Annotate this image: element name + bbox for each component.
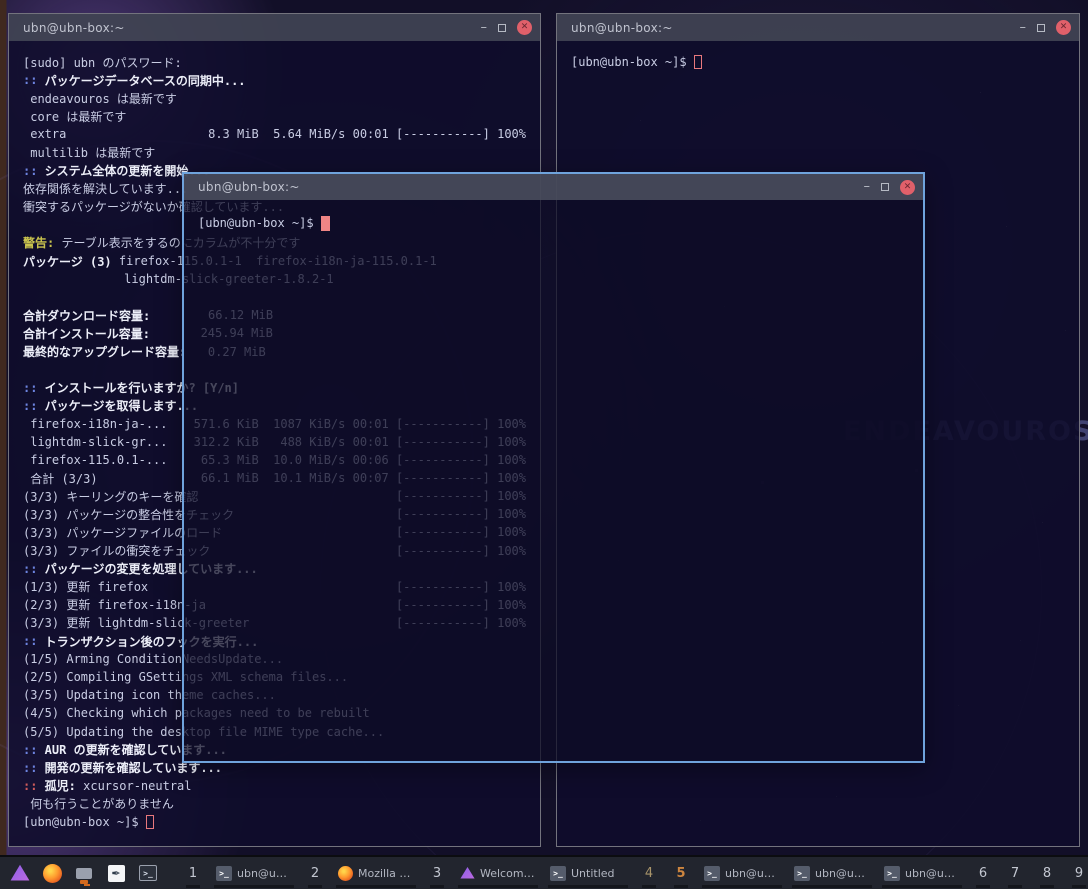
terminal-line: [ubn@ubn-box ~]$ [571,53,1065,71]
update-notifier-icon[interactable] [72,860,96,886]
terminal-line: [ubn@ubn-box ~]$ [198,214,909,232]
terminal-icon: >_ [704,865,720,881]
task-ubn-terminal[interactable]: >_ ubn@u… [702,857,782,889]
firefox-ball [42,863,62,883]
maximize-icon[interactable] [881,183,889,191]
terminal-window-center: ubn@ubn-box:~ – ✕ [ubn@ubn-box ~]$ [182,172,925,763]
workspace-2[interactable]: 2 [304,857,326,889]
maximize-icon[interactable] [1037,23,1045,32]
minimize-icon[interactable]: – [481,21,488,34]
terminal-icon: >_ [216,865,232,881]
maximize-icon[interactable] [498,23,506,32]
terminal-line: :: 孤児: xcursor-neutral [23,778,192,794]
close-icon[interactable]: ✕ [1056,20,1071,35]
close-icon[interactable]: ✕ [900,179,915,195]
task-welcome[interactable]: Welcom… [458,857,538,889]
taskbar: ✒ >_ 1 >_ ubn@u… 2 Mozilla … 3 Welcom… >… [0,855,1088,889]
terminal-icon: >_ [550,865,566,881]
wallpaper-stars [0,0,1,1]
terminal-icon: >_ [884,865,900,881]
workspace-4[interactable]: 4 [638,857,660,889]
task-ubn-terminal[interactable]: >_ ubn@u… [792,857,872,889]
task-mozilla[interactable]: Mozilla … [336,857,416,889]
featherpad-icon[interactable]: ✒ [104,860,128,886]
titlebar[interactable]: ubn@ubn-box:~ – ✕ [184,174,923,200]
terminal-line: multilib は最新です [23,146,156,161]
terminal-line: 何も行うことがありません [23,797,174,812]
window-controls: – ✕ [1020,20,1071,35]
launcher-area: ✒ >_ [8,860,160,886]
terminal-line: endeavouros は最新です [23,91,177,106]
workspace-3[interactable]: 3 [426,857,448,889]
workspace-5-current[interactable]: 5 [670,857,692,889]
task-ubn-terminal[interactable]: >_ ubn@u… [882,857,962,889]
terminal-icon[interactable]: >_ [136,860,160,886]
titlebar[interactable]: ubn@ubn-box:~ – ✕ [9,14,540,41]
workspace-9[interactable]: 9 [1068,857,1088,889]
terminal-glyph: >_ [139,865,157,881]
workspace-7[interactable]: 7 [1004,857,1026,889]
close-icon[interactable]: ✕ [517,20,532,35]
minimize-icon[interactable]: – [1020,21,1027,34]
firefox-icon[interactable] [40,860,64,886]
window-controls: – ✕ [481,20,532,35]
window-title: ubn@ubn-box:~ [571,20,673,35]
titlebar[interactable]: ubn@ubn-box:~ – ✕ [557,14,1079,41]
workspace-1[interactable]: 1 [182,857,204,889]
terminal-line: :: パッケージデータベースの同期中... [23,73,246,88]
terminal-output[interactable]: [ubn@ubn-box ~]$ [184,200,923,761]
feather-glyph: ✒ [107,864,125,882]
firefox-icon [338,865,353,881]
endeavouros-logo-icon[interactable] [8,860,32,886]
task-untitled[interactable]: >_ Untitled [548,857,628,889]
monitor-shape [76,867,92,884]
endeavouros-triangle [10,864,30,881]
window-title: ubn@ubn-box:~ [198,180,300,194]
terminal-line: [ubn@ubn-box ~]$ [23,813,526,831]
endeavouros-logo-icon [460,867,475,879]
terminal-line: core は最新です [23,109,127,124]
terminal-line: extra 8.3 MiB 5.64 MiB/s 00:01 [--------… [23,127,526,142]
terminal-icon: >_ [794,865,810,881]
task-ubn-terminal[interactable]: >_ ubn@u… [214,857,294,889]
workspace-8[interactable]: 8 [1036,857,1058,889]
window-title: ubn@ubn-box:~ [23,20,125,35]
window-controls: – ✕ [864,179,915,195]
window-list: 1 >_ ubn@u… 2 Mozilla … 3 Welcom… >_ Unt… [182,857,1088,889]
terminal-line: [sudo] ubn のパスワード: [23,55,182,70]
minimize-icon[interactable]: – [864,180,871,193]
workspace-6[interactable]: 6 [972,857,994,889]
